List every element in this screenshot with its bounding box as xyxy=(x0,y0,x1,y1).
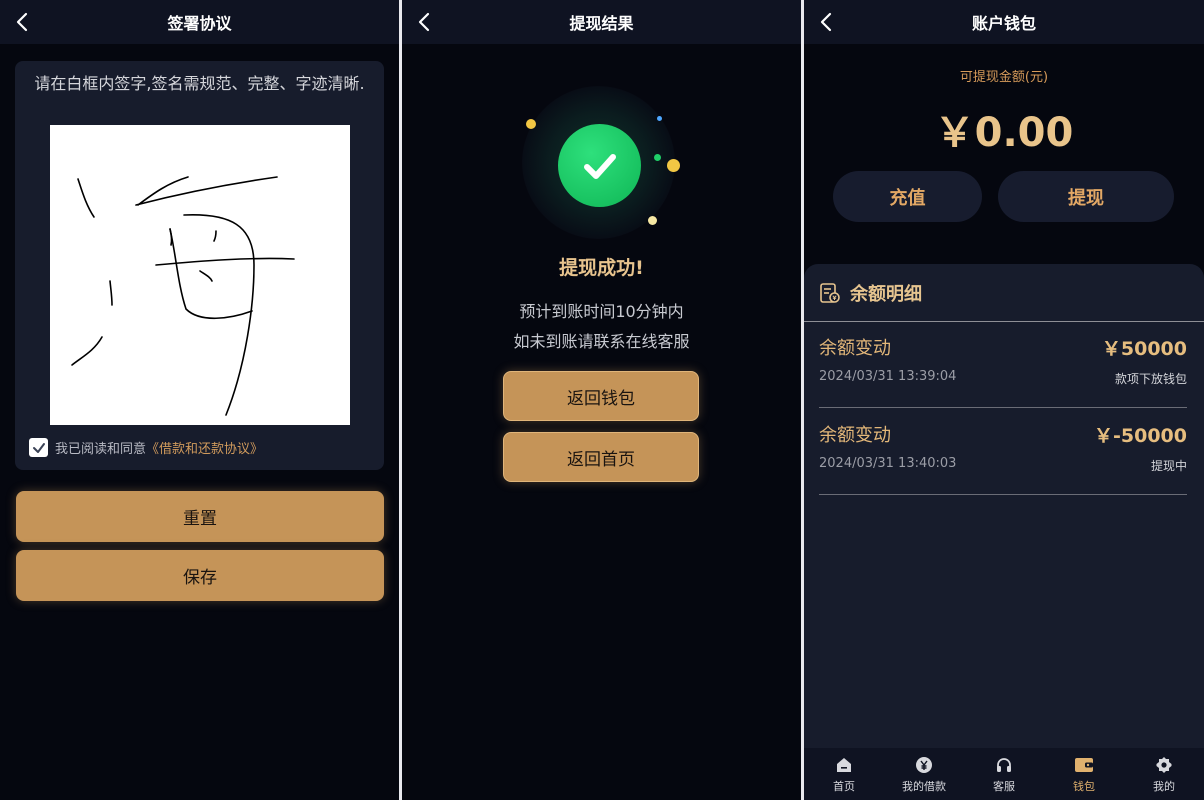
balance-amount: ￥0.00 xyxy=(934,110,1074,156)
tab-label: 首页 xyxy=(833,779,855,793)
record-time: 2024/03/31 13:39:04 xyxy=(819,369,957,384)
gear-icon xyxy=(1154,755,1174,775)
success-check-icon xyxy=(558,124,641,207)
contact-support-text: 如未到账请联系在线客服 xyxy=(513,332,690,351)
confetti-dot xyxy=(657,116,662,121)
tab-wallet[interactable]: 钱包 xyxy=(1044,748,1124,800)
record-amount: ￥50000 xyxy=(1101,338,1187,360)
back-to-home-button[interactable]: 返回首页 xyxy=(503,432,699,482)
checkmark-icon xyxy=(583,153,616,179)
balance-detail-header: 余额明细 xyxy=(804,264,1204,322)
record-name: 余额变动 xyxy=(819,425,891,446)
ledger-icon xyxy=(820,282,840,303)
tab-support[interactable]: 客服 xyxy=(964,748,1044,800)
signature-pad[interactable] xyxy=(50,125,350,425)
recharge-button[interactable]: 充值 xyxy=(833,171,982,222)
tab-label: 客服 xyxy=(993,779,1015,793)
sign-agreement-screen: 签署协议 请在白框内签字,签名需规范、完整、字迹清晰. 我已阅读和同意 《借款和… xyxy=(0,0,399,800)
reset-button[interactable]: 重置 xyxy=(16,491,384,542)
record-time: 2024/03/31 13:40:03 xyxy=(819,456,957,471)
signature-instruction: 请在白框内签字,签名需规范、完整、字迹清晰. xyxy=(34,74,365,93)
back-arrow-icon[interactable] xyxy=(414,10,436,34)
header-bar: 签署协议 xyxy=(0,0,399,44)
balance-detail-panel: 余额明细 余额变动 ￥50000 2024/03/31 13:39:04 款项下… xyxy=(804,264,1204,748)
agreement-row: 我已阅读和同意 《借款和还款协议》 xyxy=(29,438,263,457)
agree-label: 我已阅读和同意 xyxy=(55,442,147,457)
save-button[interactable]: 保存 xyxy=(16,550,384,601)
home-icon xyxy=(834,755,854,775)
confetti-dot xyxy=(648,216,657,225)
list-item: 余额变动 ￥-50000 2024/03/31 13:40:03 提现中 xyxy=(819,409,1187,495)
header-bar: 提现结果 xyxy=(402,0,801,44)
bottom-tab-bar: 首页 我的借款 客服 钱包 我的 xyxy=(804,748,1204,800)
app-screens: 签署协议 请在白框内签字,签名需规范、完整、字迹清晰. 我已阅读和同意 《借款和… xyxy=(0,0,1204,800)
available-amount-label: 可提现金额(元) xyxy=(959,70,1049,85)
tab-label: 钱包 xyxy=(1073,779,1095,793)
page-title: 签署协议 xyxy=(167,14,232,33)
arrival-time-text: 预计到账时间10分钟内 xyxy=(519,302,684,321)
header-bar: 账户钱包 xyxy=(804,0,1204,44)
withdraw-button[interactable]: 提现 xyxy=(998,171,1174,222)
list-item: 余额变动 ￥50000 2024/03/31 13:39:04 款项下放钱包 xyxy=(819,322,1187,408)
back-arrow-icon[interactable] xyxy=(816,10,838,34)
tab-my-loans[interactable]: 我的借款 xyxy=(884,748,964,800)
tab-home[interactable]: 首页 xyxy=(804,748,884,800)
balance-detail-title: 余额明细 xyxy=(850,283,922,305)
headset-icon xyxy=(994,755,1014,775)
tab-label: 我的 xyxy=(1153,779,1175,793)
yuan-icon xyxy=(914,755,934,775)
signature-card: 请在白框内签字,签名需规范、完整、字迹清晰. 我已阅读和同意 《借款和还款协议》 xyxy=(15,61,384,470)
checkmark-icon xyxy=(32,442,45,453)
withdraw-result-screen: 提现结果 提现成功! 预计到账时间10分钟内 如未到账请联系在线客服 返回钱包 … xyxy=(402,0,801,800)
agree-checkbox[interactable] xyxy=(29,438,48,457)
page-title: 提现结果 xyxy=(569,14,634,33)
record-status: 提现中 xyxy=(1150,459,1187,473)
agreement-link[interactable]: 《借款和还款协议》 xyxy=(146,438,263,457)
confetti-dot xyxy=(526,119,536,129)
back-to-wallet-button[interactable]: 返回钱包 xyxy=(503,371,699,421)
record-name: 余额变动 xyxy=(819,338,891,359)
signature-strokes xyxy=(71,176,295,416)
record-status: 款项下放钱包 xyxy=(1114,372,1187,386)
page-title: 账户钱包 xyxy=(971,14,1036,33)
tab-profile[interactable]: 我的 xyxy=(1124,748,1204,800)
success-title: 提现成功! xyxy=(559,257,644,279)
back-arrow-icon[interactable] xyxy=(12,10,34,34)
record-amount: ￥-50000 xyxy=(1094,425,1187,447)
account-wallet-screen: 账户钱包 可提现金额(元) ￥0.00 充值 提现 余额明细 余额变动 ￥500… xyxy=(804,0,1204,800)
confetti-dot xyxy=(654,154,661,161)
wallet-icon xyxy=(1074,755,1094,775)
tab-label: 我的借款 xyxy=(902,779,946,793)
confetti-dot xyxy=(667,159,680,172)
